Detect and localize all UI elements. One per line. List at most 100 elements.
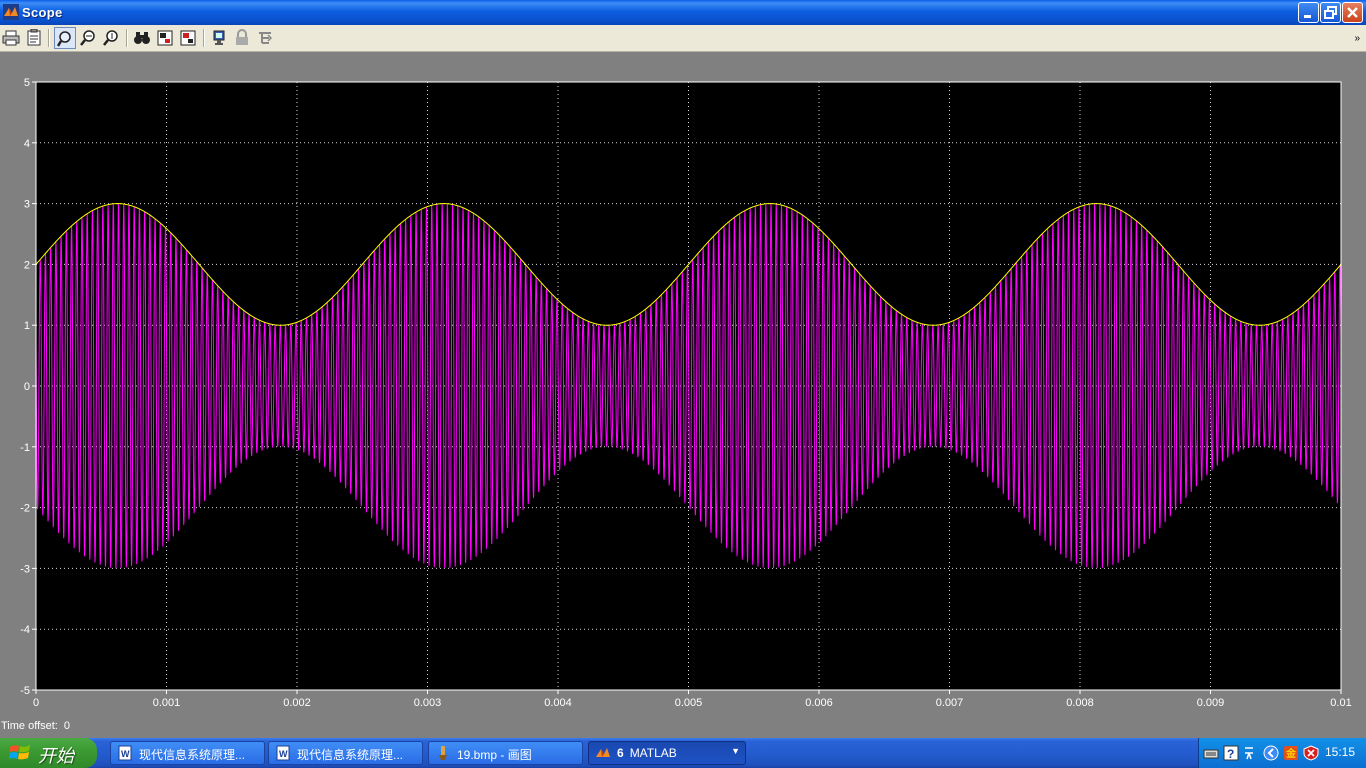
matlab-simulink-icon (3, 4, 19, 20)
window-title: Scope (22, 5, 63, 20)
envelope-point (198, 263, 200, 265)
zoom-button[interactable] (54, 27, 76, 49)
system-tray: ? 金 15:15 (1198, 738, 1366, 768)
title-bar[interactable]: Scope (0, 0, 1366, 25)
x-tick-label: 0.005 (675, 697, 703, 709)
taskbar-item-label: 现代信息系统原理... (139, 748, 246, 762)
matlab-icon (596, 748, 610, 757)
start-button[interactable]: 开始 (0, 738, 97, 768)
parameters-button[interactable] (23, 27, 45, 49)
save-axes-settings-icon (157, 30, 173, 46)
autoscale-icon (134, 32, 150, 44)
taskbar-item-matlab-group[interactable]: 6 MATLAB ▼ (588, 741, 746, 765)
envelope-point (606, 324, 608, 326)
minimize-button[interactable] (1298, 2, 1319, 23)
toolbar-separator (48, 29, 50, 47)
svg-text:W: W (121, 749, 130, 759)
envelope-point (524, 263, 526, 265)
y-tick-label: 5 (24, 77, 30, 89)
svg-text:?: ? (1227, 747, 1234, 761)
taskbar-item-label: 19.bmp - 画图 (457, 748, 532, 762)
floating-scope-icon (213, 30, 225, 45)
scope-toolbar: » (0, 25, 1366, 52)
chevron-down-icon: ▼ (731, 746, 740, 756)
minimize-icon (1304, 15, 1311, 18)
scope-plot[interactable]: 0 0.001 0.002 0.003 0.004 0.005 0.006 0.007 0.00… (0, 52, 1366, 722)
lock-axes-button[interactable] (231, 27, 253, 49)
restore-icon (1324, 6, 1337, 19)
clock: 15:15 (1324, 745, 1355, 759)
x-tick-label: 0.01 (1330, 697, 1351, 709)
y-tick-label: -1 (20, 442, 30, 454)
autoscale-button[interactable] (131, 27, 153, 49)
svg-text:W: W (279, 749, 288, 759)
time-offset-value: 0 (63, 720, 70, 732)
scope-plot-area: 0 0.001 0.002 0.003 0.004 0.005 0.006 0.007 0.00… (0, 52, 1366, 738)
envelope-point (932, 324, 934, 326)
taskbar-item[interactable]: W 现代信息系统原理... (268, 741, 423, 765)
envelope-point (280, 324, 282, 326)
start-label: 开始 (38, 746, 74, 766)
zoom-x-button[interactable] (77, 27, 99, 49)
y-tick-label: -5 (20, 685, 30, 697)
y-tick-label: -2 (20, 503, 30, 515)
x-tick-label: 0.009 (1197, 697, 1225, 709)
x-tick-label: 0.002 (283, 697, 311, 709)
restore-axes-settings-button[interactable] (177, 27, 199, 49)
close-icon (1347, 7, 1358, 18)
zoom-x-icon (80, 30, 95, 46)
envelope-point (443, 203, 445, 205)
save-axes-settings-button[interactable] (154, 27, 176, 49)
toolbar-separator (203, 29, 205, 47)
parameters-icon (27, 29, 41, 46)
keyboard-icon[interactable] (1203, 745, 1219, 761)
envelope-point (687, 263, 690, 265)
zoom-y-button[interactable] (100, 27, 122, 49)
windows-logo-icon (9, 745, 30, 760)
envelope-point (361, 263, 363, 265)
time-offset: Time offset: 0 (1, 720, 70, 732)
y-tick-label: 1 (24, 320, 30, 332)
toolbar-overflow-button[interactable]: » (1354, 33, 1360, 44)
x-tick-label: 0.006 (805, 697, 833, 709)
print-button[interactable] (0, 27, 22, 49)
antivirus-icon[interactable]: 金 (1283, 745, 1299, 761)
print-icon (2, 30, 20, 46)
x-tick-label: 0.007 (936, 697, 964, 709)
zoom-icon (57, 31, 71, 47)
y-tick-label: 3 (24, 199, 30, 211)
envelope-point (116, 203, 119, 205)
help-icon[interactable]: ? (1223, 745, 1239, 761)
y-tick-label: -4 (20, 624, 30, 636)
signal-selection-button[interactable] (254, 27, 276, 49)
maximize-button[interactable] (1320, 2, 1341, 23)
y-tick-label: -3 (20, 563, 30, 575)
taskbar-group-count: 6 (617, 746, 624, 760)
restore-axes-settings-icon (180, 30, 196, 46)
taskbar-item-label: MATLAB (629, 746, 677, 760)
x-tick-label: 0.003 (414, 697, 442, 709)
word-document-icon: W (276, 745, 290, 761)
envelope-point (1095, 203, 1097, 205)
taskbar: 开始 W 现代信息系统原理... W 现代信息系统原理... 19.bmp - … (0, 738, 1366, 768)
close-button[interactable] (1342, 2, 1363, 23)
x-tick-label: 0 (33, 697, 39, 709)
lock-axes-icon (236, 29, 248, 45)
envelope-point (1177, 263, 1179, 265)
time-offset-label: Time offset: (1, 720, 58, 732)
taskbar-item-label: 现代信息系统原理... (297, 748, 404, 762)
y-tick-label: 0 (24, 381, 30, 393)
x-tick-label: 0.001 (153, 697, 181, 709)
word-document-icon: W (118, 745, 132, 761)
paint-icon (439, 746, 447, 760)
envelope-point (1258, 324, 1261, 326)
taskbar-item[interactable]: 19.bmp - 画图 (428, 741, 583, 765)
floating-scope-button[interactable] (208, 27, 230, 49)
security-shield-icon[interactable] (1303, 745, 1319, 761)
show-hidden-icons-icon[interactable] (1263, 745, 1279, 761)
taskbar-item[interactable]: W 现代信息系统原理... (110, 741, 265, 765)
language-bar-icon[interactable] (1243, 745, 1255, 761)
y-tick-label: 2 (24, 259, 30, 271)
y-tick-label: 4 (24, 138, 30, 150)
envelope-point (1014, 263, 1016, 265)
